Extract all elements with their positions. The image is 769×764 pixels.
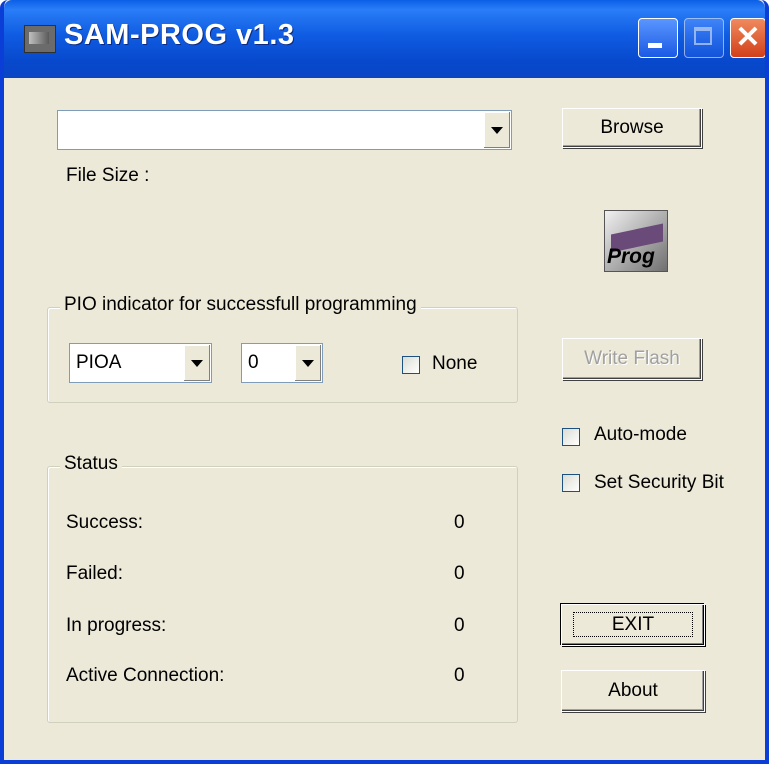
status-value-active-connection: 0 [454, 665, 465, 686]
write-flash-button-label: Write Flash [584, 348, 680, 369]
status-label-failed: Failed: [66, 563, 124, 584]
status-value-in-progress: 0 [454, 615, 465, 636]
chevron-down-icon[interactable] [483, 112, 510, 148]
minimize-button[interactable] [638, 18, 678, 58]
pio-pin-value: 0 [248, 352, 259, 373]
maximize-button [684, 18, 724, 58]
file-path-combo[interactable] [57, 110, 512, 150]
status-value-success: 0 [454, 512, 465, 533]
pio-port-value: PIOA [76, 352, 122, 373]
pio-group-title: PIO indicator for successfull programmin… [60, 294, 421, 316]
pio-pin-select[interactable]: 0 [241, 343, 323, 383]
none-label: None [432, 353, 478, 374]
pio-port-select[interactable]: PIOA [69, 343, 212, 383]
security-bit-checkbox[interactable] [562, 474, 580, 492]
status-group-title: Status [60, 453, 122, 475]
auto-mode-checkbox[interactable] [562, 428, 580, 446]
close-icon: ✕ [735, 21, 761, 54]
exit-button[interactable]: EXIT [561, 604, 705, 646]
status-label-in-progress: In progress: [66, 615, 167, 636]
close-button[interactable]: ✕ [730, 18, 765, 58]
window-title: SAM-PROG v1.3 [64, 19, 295, 51]
status-label-success: Success: [66, 512, 144, 533]
browse-button-label: Browse [600, 117, 664, 138]
app-icon [24, 25, 56, 53]
chevron-down-icon[interactable] [183, 345, 210, 381]
app-window: SAM-PROG v1.3 ✕ File Size : Browse Prog … [0, 0, 769, 764]
about-button-label: About [608, 680, 658, 701]
prog-chip-icon: Prog [604, 210, 668, 272]
title-bar[interactable]: SAM-PROG v1.3 ✕ [4, 0, 765, 78]
browse-button[interactable]: Browse [562, 108, 702, 148]
status-label-active-connection: Active Connection: [66, 665, 225, 686]
exit-button-label: EXIT [572, 612, 694, 637]
none-checkbox[interactable] [402, 356, 420, 374]
security-bit-label: Set Security Bit [594, 472, 724, 493]
status-value-failed: 0 [454, 563, 465, 584]
about-button[interactable]: About [561, 670, 705, 712]
auto-mode-label: Auto-mode [594, 424, 687, 445]
chevron-down-icon[interactable] [294, 345, 321, 381]
prog-icon-label: Prog [607, 245, 655, 268]
write-flash-button[interactable]: Write Flash [562, 338, 702, 380]
file-size-label: File Size : [66, 165, 150, 186]
